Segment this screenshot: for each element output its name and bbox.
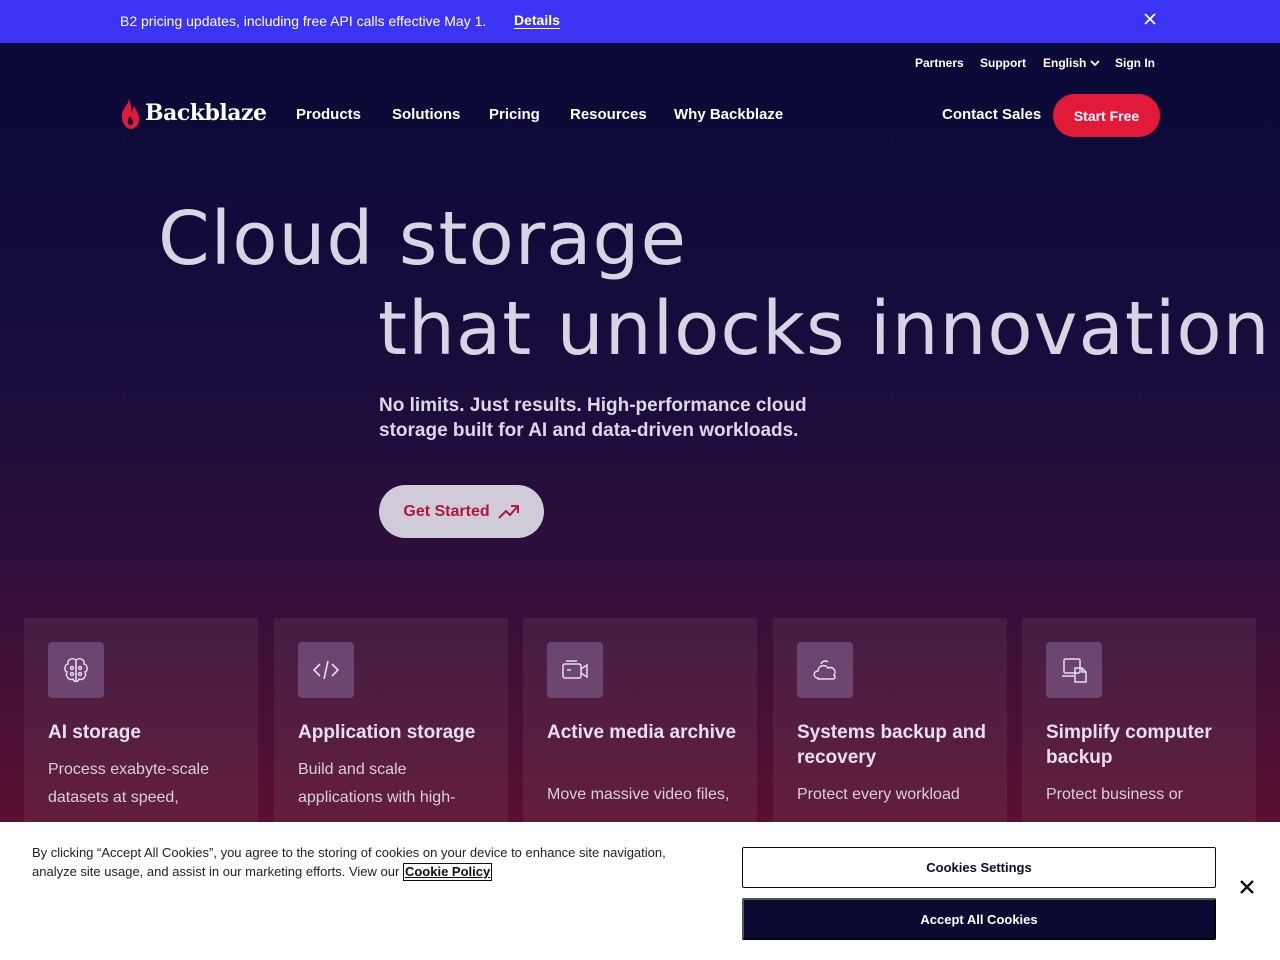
backblaze-logo[interactable]: Backblaze: [119, 95, 267, 131]
device-document-icon: [1046, 642, 1102, 698]
get-started-button[interactable]: Get Started: [379, 485, 544, 538]
cookie-text: By clicking “Accept All Cookies”, you ag…: [32, 843, 692, 881]
close-icon[interactable]: [1141, 12, 1159, 30]
card-description: Protect every workload: [797, 786, 960, 803]
nav-why-backblaze[interactable]: Why Backblaze: [674, 106, 783, 123]
card-description: Process exabyte-scale datasets at speed,: [48, 761, 209, 806]
language-label: English: [1043, 56, 1087, 70]
video-camera-icon: [547, 642, 603, 698]
nav-products[interactable]: Products: [296, 106, 361, 123]
cookie-banner: By clicking “Accept All Cookies”, you ag…: [0, 822, 1280, 960]
card-title: AI storage: [48, 722, 141, 743]
card-title: Simplify computer backup: [1046, 722, 1212, 768]
get-started-label: Get Started: [403, 502, 490, 520]
close-icon[interactable]: [1237, 878, 1257, 898]
language-selector[interactable]: English: [1043, 56, 1100, 72]
contact-sales-link[interactable]: Contact Sales: [942, 106, 1041, 123]
cloud-icon: [797, 642, 853, 698]
chevron-down-icon: [1090, 59, 1100, 70]
announcement-banner: B2 pricing updates, including free API c…: [0, 0, 1280, 43]
sign-in-link[interactable]: Sign In: [1115, 56, 1155, 72]
card-description: Move massive video files,: [547, 786, 730, 803]
card-title: Application storage: [298, 722, 476, 743]
banner-details-link[interactable]: Details: [514, 12, 560, 28]
hero-title-line-2: that unlocks innovation: [378, 286, 1271, 372]
hero-title-line-1: Cloud storage: [158, 196, 688, 282]
cookie-policy-link[interactable]: Cookie Policy: [402, 863, 493, 881]
accept-all-cookies-button[interactable]: Accept All Cookies: [742, 898, 1216, 940]
start-free-button[interactable]: Start Free: [1053, 94, 1160, 137]
cookie-message: By clicking “Accept All Cookies”, you ag…: [32, 845, 666, 879]
cookies-settings-button[interactable]: Cookies Settings: [742, 847, 1216, 888]
nav-pricing[interactable]: Pricing: [489, 106, 540, 123]
flame-icon: [121, 97, 140, 129]
brain-icon: [48, 642, 104, 698]
page: B2 pricing updates, including free API c…: [0, 0, 1280, 960]
nav-resources[interactable]: Resources: [570, 106, 647, 123]
banner-text: B2 pricing updates, including free API c…: [120, 13, 487, 29]
card-title: Systems backup and recovery: [797, 722, 987, 768]
support-link[interactable]: Support: [980, 56, 1026, 72]
arrow-up-right-icon: [497, 504, 519, 519]
card-title: Active media archive: [547, 722, 737, 743]
nav-solutions[interactable]: Solutions: [392, 106, 460, 123]
hero-subtitle: No limits. Just results. High-performanc…: [379, 395, 807, 441]
logo-text: Backblaze: [145, 100, 267, 126]
code-icon: [298, 642, 354, 698]
partners-link[interactable]: Partners: [915, 56, 964, 72]
card-description: Build and scale applications with high-: [298, 761, 456, 806]
card-description: Protect business or: [1046, 786, 1183, 803]
